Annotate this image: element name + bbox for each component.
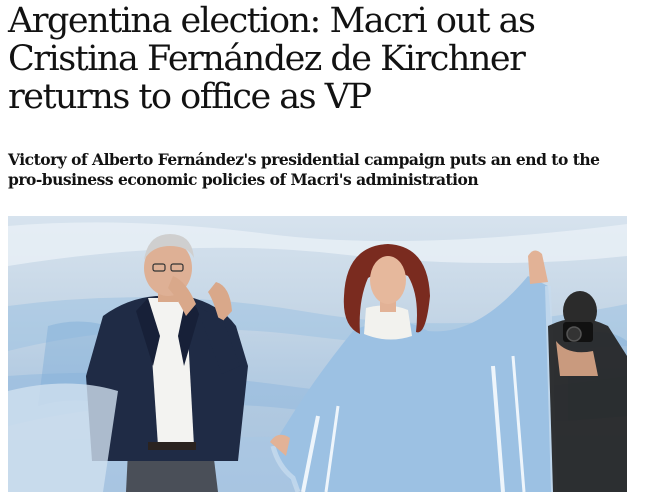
article-main-photo <box>8 216 627 492</box>
man-in-suit <box>86 234 248 492</box>
woman-in-poncho <box>270 244 557 492</box>
article-standfirst: Victory of Alberto Fernández's president… <box>8 150 600 189</box>
foreground-flag <box>8 383 118 492</box>
article-headline: Argentina election: Macri out as Cristin… <box>8 1 536 117</box>
